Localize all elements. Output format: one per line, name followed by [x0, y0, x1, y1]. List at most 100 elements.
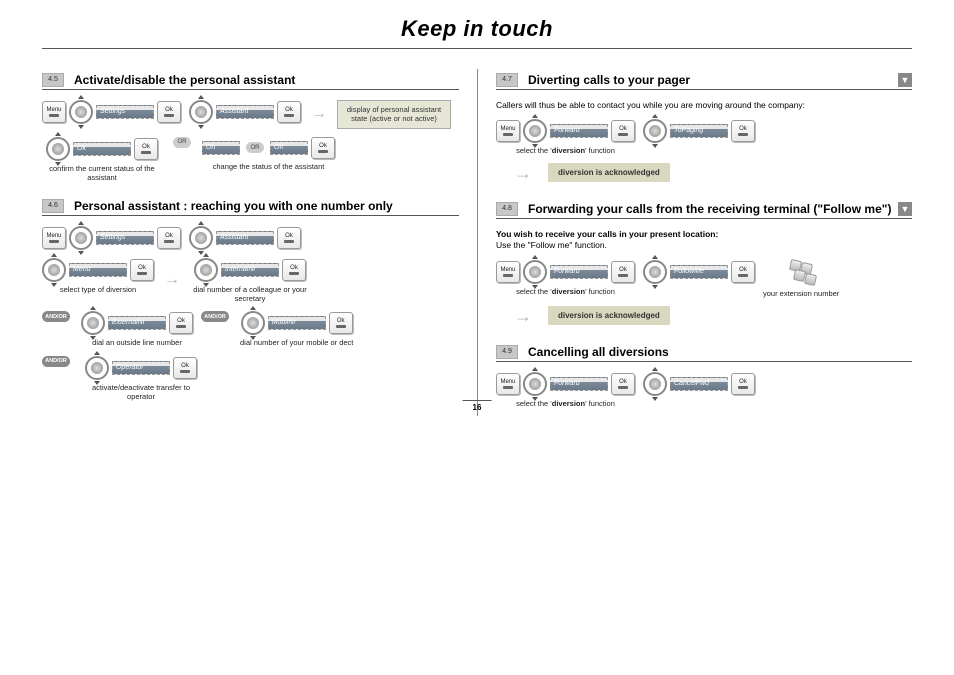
intro-text: Callers will thus be able to contact you… [496, 100, 912, 111]
softkey-settings: Settings [96, 231, 154, 245]
section-number: 4.5 [42, 73, 64, 87]
or-pill: OR [173, 137, 191, 148]
ok-key: Ok [329, 312, 353, 334]
ok-key: Ok [130, 259, 154, 281]
softkey-internalnr: InternalNr [221, 263, 279, 277]
menu-key: Menu [42, 227, 66, 249]
softkey-topaging: ToPaging [670, 124, 728, 138]
arrow-icon: → [164, 271, 180, 289]
nav-icon [69, 100, 93, 124]
row-46-4: AND/OR Operator Ok activate/deactivate t… [42, 356, 459, 402]
nav-icon [46, 137, 70, 161]
ok-key: Ok [731, 261, 755, 283]
nav-icon [523, 260, 547, 284]
ack-box: diversion is acknowledged [548, 163, 670, 182]
page-title: Keep in touch [42, 16, 912, 42]
nav-icon [189, 226, 213, 250]
andor-pill: AND/OR [42, 356, 70, 367]
ok-key: Ok [173, 357, 197, 379]
ok-key: Ok [731, 120, 755, 142]
nav-icon [643, 372, 667, 396]
intro-text: You wish to receive your calls in your p… [496, 229, 912, 251]
note-box: display of personal assistant state (act… [337, 100, 451, 129]
caption: confirm the current status of the assist… [42, 164, 162, 183]
section-head-46: 4.6 Personal assistant : reaching you wi… [42, 199, 459, 216]
section-number: 4.7 [496, 73, 518, 87]
nav-icon [643, 260, 667, 284]
title-rule [42, 48, 912, 49]
caption: select type of diversion [60, 285, 136, 294]
row-49-1: Menu Forward Ok select the 'diversion' f… [496, 372, 912, 408]
softkey-forward: Forward [550, 124, 608, 138]
arrow-icon: → [311, 105, 327, 123]
caption: dial number of your mobile or dect [240, 338, 353, 347]
softkey-followme: FollowMe [670, 265, 728, 279]
arrow-icon: → [514, 163, 532, 184]
chevron-down-icon: ▼ [898, 73, 912, 87]
softkey-assistant: Assistant [216, 231, 274, 245]
section-head-47: 4.7 Diverting calls to your pager ▼ [496, 73, 912, 90]
row-48-1: Menu Forward Ok select the 'diversion' f… [496, 260, 912, 298]
softkey-forward: Forward [550, 377, 608, 391]
ok-key: Ok [611, 120, 635, 142]
ok-key: Ok [731, 373, 755, 395]
menu-key: Menu [42, 101, 66, 123]
caption: activate/deactivate transfer to operator [81, 383, 201, 402]
softkey-menu: Menu [69, 263, 127, 277]
nav-icon [643, 119, 667, 143]
caption: change the status of the assistant [213, 162, 325, 171]
caption: select the 'diversion' function [516, 146, 615, 155]
nav-icon [241, 311, 265, 335]
section-title: Activate/disable the personal assistant [74, 73, 459, 87]
ok-key: Ok [611, 373, 635, 395]
nav-icon [42, 258, 66, 282]
row-47-1: Menu Forward Ok select the 'diversion' f… [496, 119, 912, 155]
caption: dial number of a colleague or your secre… [190, 285, 310, 304]
ok-key: Ok [157, 101, 181, 123]
section-title: Forwarding your calls from the receiving… [528, 202, 898, 216]
nav-icon [523, 372, 547, 396]
section-number: 4.9 [496, 345, 518, 359]
section-title: Diverting calls to your pager [528, 73, 898, 87]
ok-key: Ok [611, 261, 635, 283]
softkey-assistant: Assistant [216, 105, 274, 119]
row-46-2: Menu Ok select type of diversion → Inter… [42, 258, 459, 304]
softkey-off: Off [270, 141, 308, 155]
numpad-icon [787, 260, 815, 286]
nav-icon [69, 226, 93, 250]
ok-key: Ok [169, 312, 193, 334]
section-number: 4.8 [496, 202, 518, 216]
ok-key: Ok [282, 259, 306, 281]
nav-icon [523, 119, 547, 143]
row-45-1: Menu Settings Ok Assistant Ok → display … [42, 100, 459, 129]
nav-icon [189, 100, 213, 124]
ok-key: Ok [277, 101, 301, 123]
andor-pill: AND/OR [42, 311, 70, 322]
caption: dial an outside line number [92, 338, 182, 347]
softkey-cancelfwd: CancelFwd [670, 377, 728, 391]
softkey-externalnr: ExternalNr [108, 316, 166, 330]
nav-icon [85, 356, 109, 380]
andor-pill: AND/OR [201, 311, 229, 322]
row-46-3: AND/OR ExternalNr Ok dial an outside lin… [42, 311, 459, 347]
menu-key: Menu [496, 120, 520, 142]
row-46-1: Menu Settings Ok Assistant Ok [42, 226, 459, 250]
softkey-settings: Settings [96, 105, 154, 119]
section-title: Personal assistant : reaching you with o… [74, 199, 459, 213]
menu-key: Menu [496, 373, 520, 395]
ok-key: Ok [157, 227, 181, 249]
row-47-ack: → diversion is acknowledged [514, 163, 912, 184]
or-pill: OR [246, 142, 264, 153]
softkey-mobilnr: MobilNr [268, 316, 326, 330]
softkey-operator: Operator [112, 361, 170, 375]
ok-key: Ok [277, 227, 301, 249]
caption: your extension number [763, 289, 839, 298]
section-title: Cancelling all diversions [528, 345, 912, 359]
row-45-2: Ok Ok confirm the current status of the … [42, 137, 459, 183]
arrow-icon: → [514, 306, 532, 327]
section-number: 4.6 [42, 199, 64, 213]
nav-icon [81, 311, 105, 335]
ok-key: Ok [311, 137, 335, 159]
ok-key: Ok [134, 138, 158, 160]
softkey-forward: Forward [550, 265, 608, 279]
